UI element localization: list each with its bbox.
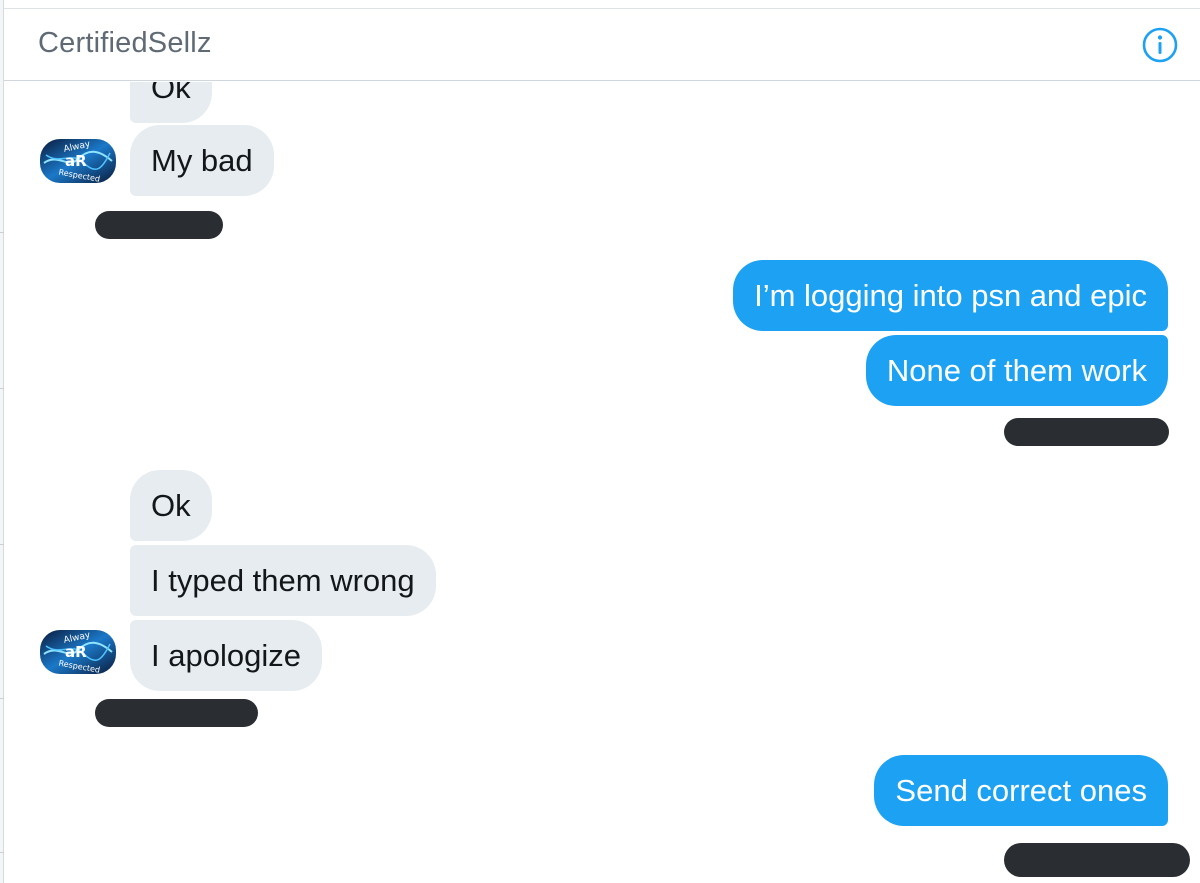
avatar-text-mid: aR (65, 152, 87, 170)
avatar-text-mid: aR (65, 643, 87, 661)
sent-message-bubble: I’m logging into psn and epic (733, 260, 1168, 331)
redacted-timestamp (1004, 843, 1190, 877)
redacted-timestamp (95, 699, 258, 727)
conversation-title: CertifiedSellz (38, 27, 212, 59)
message-thread[interactable]: Ok My bad Alway aR Respected I’m logging… (4, 82, 1200, 883)
redacted-timestamp (1004, 418, 1169, 446)
sent-message-bubble: None of them work (865, 335, 1168, 406)
received-message-bubble: I apologize (130, 620, 322, 691)
sent-message-bubble: Send correct ones (874, 755, 1168, 826)
avatar[interactable]: Alway aR Respected (38, 135, 118, 187)
received-message-bubble: Ok (130, 82, 212, 123)
avatar[interactable]: Alway aR Respected (38, 626, 118, 678)
received-message-bubble: I typed them wrong (130, 545, 436, 616)
received-message-bubble: Ok (130, 470, 212, 541)
conversation-header: CertifiedSellz (4, 8, 1200, 81)
received-message-bubble: My bad (130, 125, 274, 196)
redacted-timestamp (95, 211, 223, 239)
info-icon[interactable] (1142, 27, 1178, 63)
